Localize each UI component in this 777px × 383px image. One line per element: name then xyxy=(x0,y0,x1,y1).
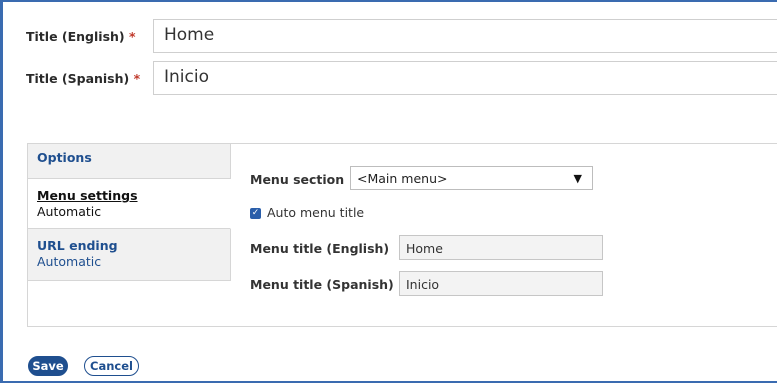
required-marker: * xyxy=(128,29,136,44)
dropdown-arrow-icon: ▼ xyxy=(573,172,582,185)
tab-menu-settings-subtitle: Automatic xyxy=(37,204,102,219)
required-marker: * xyxy=(133,71,141,86)
tab-url-ending[interactable]: URL ending Automatic xyxy=(28,229,230,280)
save-button[interactable]: Save xyxy=(28,356,68,376)
menu-section-value: <Main menu> xyxy=(357,171,448,186)
menu-title-spanish-input[interactable]: Inicio xyxy=(399,271,603,296)
menu-title-english-input[interactable]: Home xyxy=(399,235,603,260)
title-spanish-row: Title (Spanish) * xyxy=(26,71,152,86)
title-spanish-input[interactable]: Inicio xyxy=(153,61,777,95)
vertical-tabs: Options Menu settings Automatic URL endi… xyxy=(28,144,231,281)
menu-section-select[interactable]: <Main menu> ▼ xyxy=(350,166,593,190)
tab-menu-settings[interactable]: Menu settings Automatic xyxy=(28,179,231,229)
tab-options-title: Options xyxy=(37,150,92,165)
tab-menu-settings-title: Menu settings xyxy=(37,188,138,203)
auto-menu-title-checkbox[interactable]: ✓ xyxy=(250,208,261,219)
menu-title-spanish-label: Menu title (Spanish) xyxy=(250,277,394,292)
title-english-row: Title (English) * xyxy=(26,29,152,44)
tab-url-ending-subtitle: Automatic xyxy=(37,254,102,269)
settings-panel: Options Menu settings Automatic URL endi… xyxy=(27,143,777,327)
title-english-label: Title (English) * xyxy=(26,29,152,44)
menu-title-english-label: Menu title (English) xyxy=(250,241,390,256)
menu-section-label: Menu section xyxy=(250,172,345,187)
cancel-button[interactable]: Cancel xyxy=(84,356,139,376)
auto-menu-title-label: Auto menu title xyxy=(267,205,365,220)
tab-options[interactable]: Options xyxy=(28,144,230,179)
title-english-input[interactable]: Home xyxy=(153,19,777,53)
title-spanish-label: Title (Spanish) * xyxy=(26,71,152,86)
tab-url-ending-title: URL ending xyxy=(37,238,118,253)
title-english-label-text: Title (English) xyxy=(26,29,125,44)
title-spanish-label-text: Title (Spanish) xyxy=(26,71,130,86)
